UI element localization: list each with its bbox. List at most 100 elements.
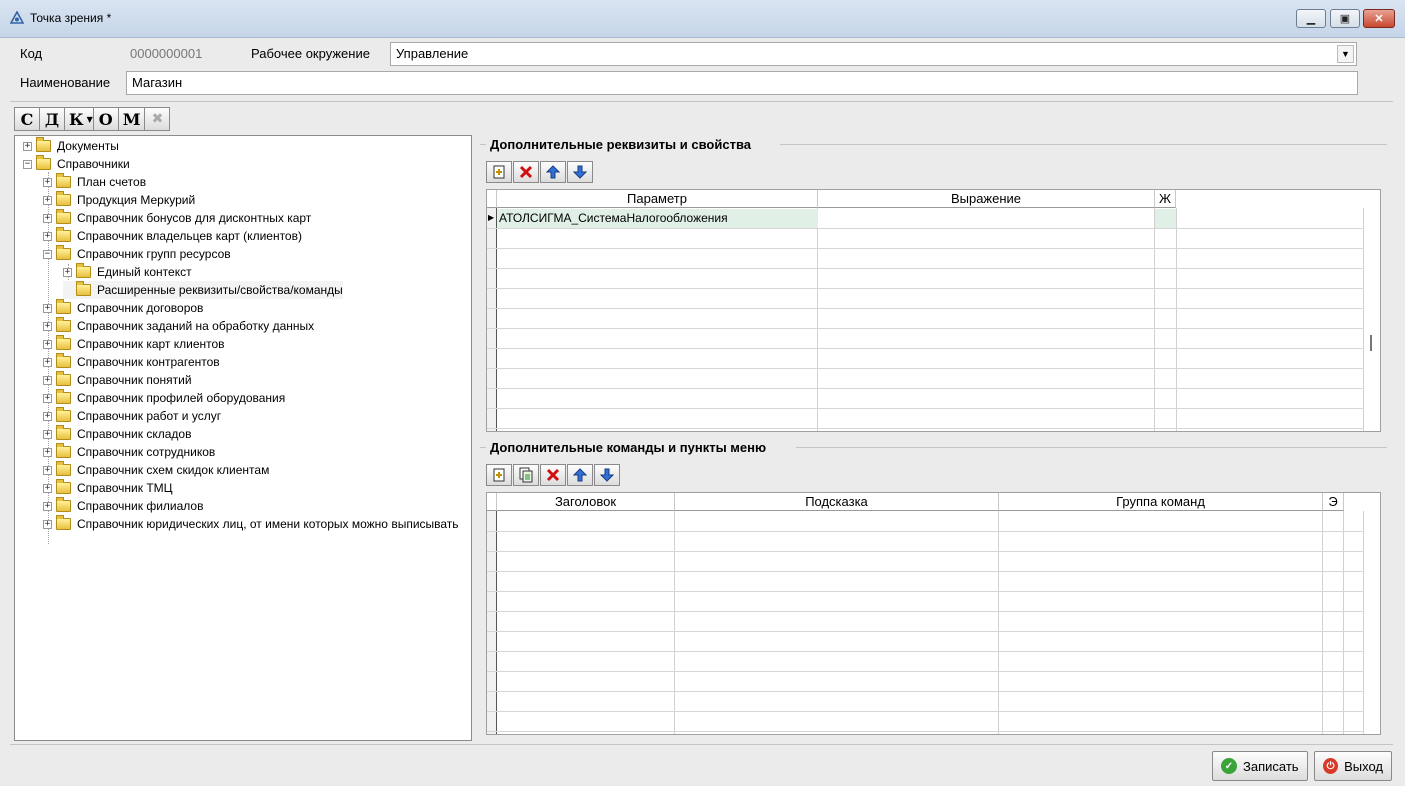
column-header-caption[interactable]: Заголовок [497,493,675,511]
delete-cmd-button[interactable] [540,464,566,486]
table-row[interactable] [487,288,1364,289]
table-row[interactable] [487,671,1364,672]
delete-prop-button[interactable] [513,161,539,183]
tools-button[interactable]: ✖ [144,107,171,131]
tree-node[interactable]: − Справочник групп ресурсов [43,245,231,263]
expand-icon[interactable]: + [43,303,52,313]
table-row-param[interactable]: АТОЛСИГМА_СистемаНалогообложения [499,211,728,225]
maximize-button[interactable]: ▣ [1330,9,1360,28]
tree-node[interactable]: + Справочник владельцев карт (клиентов) [43,227,302,245]
column-header-expression[interactable]: Выражение [818,190,1155,208]
move-down-cmd-button[interactable] [594,464,620,486]
table-row[interactable] [487,551,1364,552]
column-header-group[interactable]: Группа команд [999,493,1323,511]
props-grid[interactable]: Параметр Выражение Ж ▶ АТОЛСИГМА_Система… [486,189,1381,432]
tree-node[interactable]: + Справочник понятий [43,371,192,389]
move-up-cmd-button[interactable] [567,464,593,486]
tree-node[interactable]: + Справочник работ и услуг [43,407,221,425]
column-header-e[interactable]: Э [1323,493,1344,511]
move-down-prop-button[interactable] [567,161,593,183]
table-row[interactable] [487,631,1364,632]
table-row[interactable] [487,308,1364,309]
env-select[interactable]: Управление ▼ [390,42,1357,66]
table-row[interactable] [487,571,1364,572]
table-row[interactable] [487,408,1364,409]
tree-node[interactable]: + Справочник юридических лиц, от имени ко… [43,515,459,533]
move-up-prop-button[interactable] [540,161,566,183]
tree-node[interactable]: + Справочник схем скидок клиентам [43,461,269,479]
toolbar-button-c[interactable]: С [14,107,40,131]
table-row[interactable] [487,268,1364,269]
expand-icon[interactable]: + [43,339,52,349]
tree-node[interactable]: + Справочник договоров [43,299,203,317]
table-row[interactable] [487,368,1364,369]
chevron-down-icon[interactable]: ▼ [1337,45,1354,63]
tree-node[interactable]: + Справочник карт клиентов [43,335,225,353]
collapse-icon[interactable]: − [43,249,52,259]
table-row[interactable] [487,228,1364,229]
toolbar-button-m[interactable]: М [117,107,146,131]
copy-cmd-button[interactable] [513,464,539,486]
table-row[interactable] [487,388,1364,389]
expand-icon[interactable]: + [43,519,52,529]
tree-node[interactable]: − Справочники [23,155,130,173]
tree-node[interactable]: + Продукция Меркурий [43,191,195,209]
add-cmd-button[interactable] [486,464,512,486]
expand-icon[interactable]: + [43,177,52,187]
tree-node[interactable]: + Справочник сотрудников [43,443,215,461]
tree-node[interactable]: + Справочник профилей оборудования [43,389,285,407]
tree-node[interactable]: + Справочник ТМЦ [43,479,173,497]
name-field[interactable]: Магазин [126,71,1358,95]
expand-icon[interactable]: + [43,393,52,403]
tree-node[interactable]: Расширенные реквизиты/свойства/команды [63,281,343,299]
table-row[interactable] [487,591,1364,592]
tree-node[interactable]: + Справочник бонусов для дисконтных карт [43,209,311,227]
column-header-zh[interactable]: Ж [1155,190,1176,208]
add-prop-button[interactable] [486,161,512,183]
toolbar-button-k[interactable]: К ▼ [64,107,94,131]
collapse-icon[interactable]: − [23,159,32,169]
expand-icon[interactable]: + [43,411,52,421]
expand-icon[interactable]: + [43,429,52,439]
table-row[interactable] [487,691,1364,692]
table-row[interactable] [487,651,1364,652]
cmds-grid[interactable]: Заголовок Подсказка Группа команд Э [486,492,1381,735]
expand-icon[interactable]: + [43,447,52,457]
table-row[interactable] [487,428,1364,429]
table-row[interactable] [487,248,1364,249]
expand-icon[interactable]: + [43,375,52,385]
tree-view[interactable]: + Документы − Справочники + План счетов + Проду… [14,135,472,741]
expand-icon[interactable]: + [63,267,72,277]
toolbar-button-o[interactable]: О [92,107,119,131]
table-row[interactable] [487,531,1364,532]
tree-node[interactable]: + Документы [23,137,119,155]
expand-icon[interactable]: + [43,465,52,475]
minimize-button[interactable]: ▁ [1296,9,1326,28]
expand-icon[interactable]: + [23,141,32,151]
expand-icon[interactable]: + [43,501,52,511]
tree-node[interactable]: + Справочник контрагентов [43,353,220,371]
tree-node[interactable]: + План счетов [43,173,146,191]
tree-node[interactable]: + Справочник заданий на обработку данных [43,317,314,335]
column-header-param[interactable]: Параметр [497,190,818,208]
table-row[interactable] [487,611,1364,612]
expand-icon[interactable]: + [43,213,52,223]
table-row[interactable] [487,711,1364,712]
table-row[interactable] [487,348,1364,349]
close-button[interactable]: ✕ [1363,9,1395,28]
scrollbar-thumb[interactable] [1370,335,1372,351]
expand-icon[interactable]: + [43,357,52,367]
tree-node[interactable]: + Справочник складов [43,425,191,443]
expand-icon[interactable]: + [43,321,52,331]
tree-node[interactable]: + Единый контекст [63,263,192,281]
exit-button[interactable]: ⏻ Выход [1314,751,1392,781]
expand-icon[interactable]: + [43,231,52,241]
table-row[interactable] [487,328,1364,329]
save-button[interactable]: ✓ Записать [1212,751,1308,781]
column-header-hint[interactable]: Подсказка [675,493,999,511]
expand-icon[interactable]: + [43,483,52,493]
toolbar-button-d[interactable]: Д [39,107,65,131]
tree-node[interactable]: + Справочник филиалов [43,497,203,515]
table-row[interactable] [487,731,1364,732]
expand-icon[interactable]: + [43,195,52,205]
